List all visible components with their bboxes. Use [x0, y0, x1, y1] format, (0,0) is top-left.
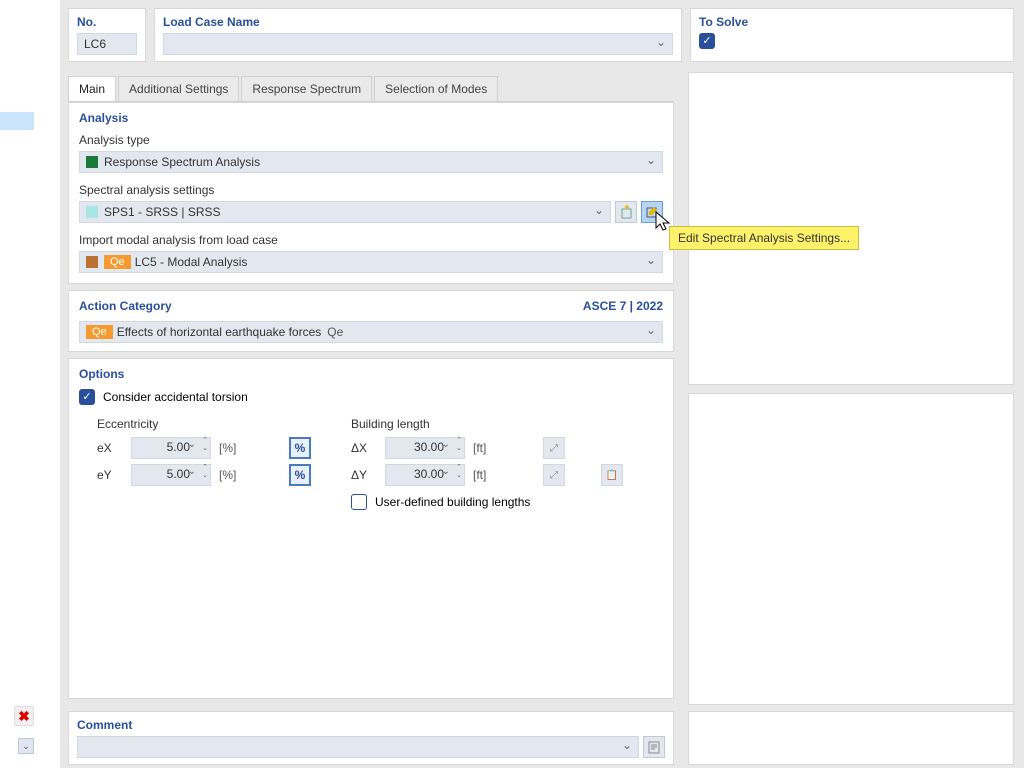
dy-pick-button[interactable]: ⤢ [543, 464, 565, 486]
building-length-group: Building length ΔX 30.00 [ft] ⤢ ΔY 30.00… [351, 417, 623, 518]
comment-panel: Comment [68, 711, 674, 765]
user-defined-label: User-defined building lengths [375, 495, 530, 509]
tab-selection-of-modes[interactable]: Selection of Modes [374, 76, 498, 101]
action-category-section: Action Category ASCE 7 | 2022 Qe Effects… [68, 290, 674, 352]
tab-response-spectrum[interactable]: Response Spectrum [241, 76, 372, 101]
left-gutter: ✖ ⌄ [0, 0, 60, 768]
dy-unit: [ft] [473, 468, 497, 482]
tab-main[interactable]: Main [68, 76, 116, 101]
action-code: ASCE 7 | 2022 [583, 299, 663, 313]
action-dropdown[interactable]: Qe Effects of horizontal earthquake forc… [79, 321, 663, 343]
dx-label: ΔX [351, 441, 377, 455]
square-icon [86, 206, 98, 218]
delete-button[interactable]: ✖ [14, 706, 34, 726]
import-dropdown[interactable]: Qe LC5 - Modal Analysis [79, 251, 663, 273]
dy-spinner[interactable]: 30.00 [385, 464, 465, 486]
solve-checkbox[interactable] [699, 33, 715, 49]
comment-label: Comment [77, 718, 665, 732]
spectral-dropdown[interactable]: SPS1 - SRSS | SRSS [79, 201, 611, 223]
analysis-type-dropdown[interactable]: Response Spectrum Analysis [79, 151, 663, 173]
edit-icon [645, 205, 659, 219]
consider-torsion-checkbox[interactable] [79, 389, 95, 405]
solve-panel: To Solve [690, 8, 1014, 62]
ex-percent-button[interactable]: % [289, 437, 311, 459]
ey-unit: [%] [219, 468, 243, 482]
no-label: No. [77, 15, 137, 29]
no-field[interactable]: LC6 [77, 33, 137, 55]
ey-percent-button[interactable]: % [289, 464, 311, 486]
tooltip: Edit Spectral Analysis Settings... [669, 226, 859, 250]
import-label: Import modal analysis from load case [79, 233, 663, 247]
dx-spinner[interactable]: 30.00 [385, 437, 465, 459]
square-icon [86, 256, 98, 268]
user-defined-checkbox[interactable] [351, 494, 367, 510]
note-icon [648, 741, 661, 754]
dx-pick-button[interactable]: ⤢ [543, 437, 565, 459]
tabs: Main Additional Settings Response Spectr… [68, 76, 674, 102]
name-label: Load Case Name [163, 15, 673, 29]
side-preview-2 [688, 393, 1014, 706]
comment-edit-button[interactable] [643, 736, 665, 758]
ex-unit: [%] [219, 441, 243, 455]
consider-label: Consider accidental torsion [103, 390, 248, 404]
new-icon [619, 205, 633, 219]
no-panel: No. LC6 [68, 8, 146, 62]
comment-side-panel [688, 711, 1014, 765]
name-dropdown[interactable] [163, 33, 673, 55]
copy-lengths-button[interactable]: 📋 [601, 464, 623, 486]
square-icon [86, 156, 98, 168]
solve-label: To Solve [699, 15, 1005, 29]
qe-badge: Qe [86, 325, 113, 339]
spectral-label: Spectral analysis settings [79, 183, 663, 197]
ex-label: eX [97, 441, 123, 455]
analysis-title: Analysis [79, 111, 663, 125]
analysis-section: Analysis Analysis type Response Spectrum… [68, 102, 674, 284]
building-length-label: Building length [351, 417, 623, 431]
options-section: Options Consider accidental torsion Ecce… [68, 358, 674, 699]
name-panel: Load Case Name [154, 8, 682, 62]
comment-dropdown[interactable] [77, 736, 639, 758]
dy-label: ΔY [351, 468, 377, 482]
qe-badge: Qe [104, 255, 131, 269]
eccentricity-group: Eccentricity eX 5.00 [%] % eY 5.00 [%] [97, 417, 311, 518]
ey-label: eY [97, 468, 123, 482]
new-spectral-button[interactable] [615, 201, 637, 223]
left-dropdown-toggle[interactable]: ⌄ [18, 738, 34, 754]
eccentricity-label: Eccentricity [97, 417, 311, 431]
tab-additional-settings[interactable]: Additional Settings [118, 76, 239, 101]
action-title: Action Category [79, 299, 172, 313]
left-selection-highlight [0, 112, 34, 130]
ey-spinner[interactable]: 5.00 [131, 464, 211, 486]
options-title: Options [79, 367, 663, 381]
analysis-type-label: Analysis type [79, 133, 663, 147]
edit-spectral-button[interactable] [641, 201, 663, 223]
dx-unit: [ft] [473, 441, 497, 455]
ex-spinner[interactable]: 5.00 [131, 437, 211, 459]
